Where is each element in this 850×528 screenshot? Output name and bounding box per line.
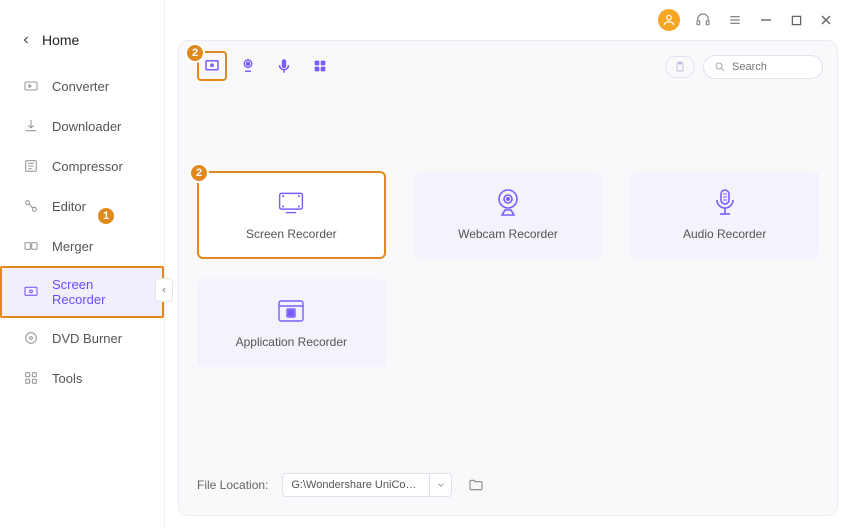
file-location-label: File Location: <box>197 478 268 492</box>
sidebar-item-editor[interactable]: Editor <box>0 186 164 226</box>
sidebar-item-label: Screen Recorder <box>52 277 142 307</box>
open-folder-button[interactable] <box>466 475 486 495</box>
main-panel: 2 2 Screen Recorder Webcam Recorder <box>178 40 838 516</box>
sidebar-item-converter[interactable]: Converter <box>0 66 164 106</box>
maximize-button[interactable] <box>788 12 804 28</box>
sidebar-item-compressor[interactable]: Compressor <box>0 146 164 186</box>
home-link[interactable]: Home <box>0 24 164 66</box>
sidebar-item-dvd-burner[interactable]: DVD Burner <box>0 318 164 358</box>
card-screen-recorder[interactable]: 2 Screen Recorder <box>197 171 386 259</box>
headset-icon[interactable] <box>694 11 712 29</box>
sidebar: Home Converter Downloader Compressor Edi… <box>0 0 165 528</box>
card-label: Screen Recorder <box>246 227 337 241</box>
card-webcam-recorder[interactable]: Webcam Recorder <box>414 171 603 259</box>
webcam-icon <box>494 189 522 217</box>
recorder-cards-row1: 2 Screen Recorder Webcam Recorder Audio … <box>197 171 819 259</box>
footer: File Location: G:\Wondershare UniConvert… <box>197 473 486 497</box>
menu-icon[interactable] <box>726 11 744 29</box>
file-location-path: G:\Wondershare UniConverter <box>283 479 429 491</box>
merger-icon <box>22 237 40 255</box>
sidebar-item-downloader[interactable]: Downloader <box>0 106 164 146</box>
screen-recorder-icon <box>22 283 40 301</box>
mode-webcam-button[interactable] <box>233 51 263 81</box>
sidebar-item-label: Compressor <box>52 159 123 174</box>
home-label: Home <box>42 32 79 48</box>
sidebar-collapse-handle[interactable] <box>155 278 173 302</box>
sidebar-item-merger[interactable]: Merger <box>0 226 164 266</box>
recorder-cards-row2: Application Recorder <box>197 279 386 367</box>
card-label: Audio Recorder <box>683 227 766 241</box>
converter-icon <box>22 77 40 95</box>
clipboard-button[interactable] <box>665 56 695 78</box>
chevron-down-icon <box>429 474 451 496</box>
sidebar-item-label: Tools <box>52 371 82 386</box>
card-label: Application Recorder <box>236 335 347 349</box>
sidebar-item-tools[interactable]: Tools <box>0 358 164 398</box>
dvd-burner-icon <box>22 329 40 347</box>
search-box[interactable] <box>703 55 823 79</box>
mode-toolbar <box>197 51 335 81</box>
editor-icon <box>22 197 40 215</box>
callout-badge-2a: 2 <box>185 43 205 63</box>
sidebar-item-label: Downloader <box>52 119 121 134</box>
downloader-icon <box>22 117 40 135</box>
card-audio-recorder[interactable]: Audio Recorder <box>630 171 819 259</box>
callout-badge-2b: 2 <box>189 163 209 183</box>
search-icon <box>714 61 726 73</box>
titlebar <box>642 0 850 40</box>
sidebar-item-label: Merger <box>52 239 93 254</box>
card-application-recorder[interactable]: Application Recorder <box>197 279 386 367</box>
avatar-icon[interactable] <box>658 9 680 31</box>
mode-audio-button[interactable] <box>269 51 299 81</box>
minimize-button[interactable] <box>758 12 774 28</box>
close-button[interactable] <box>818 12 834 28</box>
sidebar-item-label: Converter <box>52 79 109 94</box>
callout-badge-1: 1 <box>96 206 116 226</box>
card-label: Webcam Recorder <box>458 227 558 241</box>
compressor-icon <box>22 157 40 175</box>
sidebar-item-label: Editor <box>52 199 86 214</box>
mode-apps-button[interactable] <box>305 51 335 81</box>
search-area <box>665 55 823 79</box>
sidebar-item-screen-recorder[interactable]: Screen Recorder <box>0 266 164 318</box>
tools-icon <box>22 369 40 387</box>
search-input[interactable] <box>732 61 812 73</box>
audio-icon <box>711 189 739 217</box>
file-location-select[interactable]: G:\Wondershare UniConverter <box>282 473 452 497</box>
screen-recorder-icon <box>277 189 305 217</box>
sidebar-item-label: DVD Burner <box>52 331 122 346</box>
application-icon <box>277 297 305 325</box>
